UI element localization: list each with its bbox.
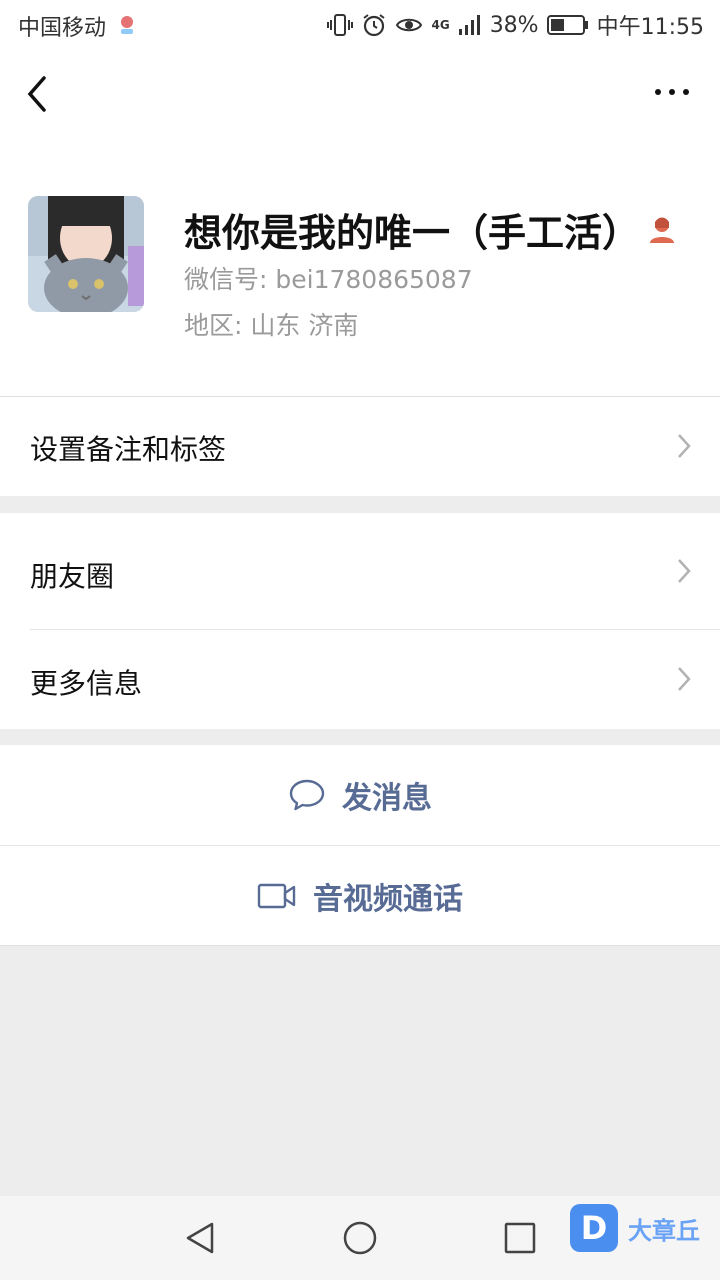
chevron-right-icon — [678, 667, 691, 691]
video-call-label: 音视频通话 — [313, 882, 463, 917]
status-icons: 4G 38% 中午11:55 — [327, 8, 704, 42]
nav-home-circle-icon[interactable] — [342, 1220, 378, 1256]
chat-bubble-icon — [289, 779, 325, 811]
moments-label: 朋友圈 — [30, 560, 115, 593]
chevron-right-icon — [678, 434, 691, 458]
alarm-icon — [363, 14, 386, 37]
watermark: D 大章丘 — [570, 1204, 700, 1252]
watermark-logo: D — [570, 1204, 618, 1252]
name-row: 想你是我的唯一（手工活） — [184, 202, 676, 257]
send-message-button[interactable]: 发消息 — [0, 745, 720, 845]
remark-tags-label: 设置备注和标签 — [30, 433, 227, 466]
vibrate-icon — [327, 14, 354, 36]
female-user-icon — [650, 217, 675, 243]
wechat-id: 微信号: bei1780865087 — [184, 265, 473, 294]
nav-bar — [0, 52, 720, 142]
nav-back-triangle-icon[interactable] — [182, 1220, 218, 1256]
avatar[interactable] — [28, 196, 144, 312]
carrier-label: 中国移动 — [18, 16, 107, 41]
watermark-text: 大章丘 — [628, 1216, 700, 1245]
eye-icon — [396, 18, 423, 32]
video-camera-icon — [257, 883, 296, 909]
more-info-label: 更多信息 — [30, 667, 143, 700]
separator — [0, 396, 720, 397]
video-call-button[interactable]: 音视频通话 — [0, 846, 720, 946]
chevron-right-icon — [678, 559, 691, 583]
divider — [0, 945, 720, 946]
back-chevron-icon[interactable] — [20, 72, 56, 116]
contact-name: 想你是我的唯一（手工活） — [184, 211, 641, 255]
nav-recents-square-icon[interactable] — [502, 1220, 538, 1256]
battery-icon — [546, 15, 588, 35]
remark-tags-row[interactable]: 设置备注和标签 — [0, 396, 720, 496]
send-message-label: 发消息 — [342, 781, 432, 816]
clock: 中午11:55 — [596, 15, 704, 40]
status-bar: 中国移动 4G 38% 中午11:55 — [0, 0, 720, 52]
signal-icon — [458, 15, 480, 35]
location-icon — [121, 16, 133, 34]
more-options-icon[interactable] — [652, 80, 692, 104]
network-type: 4G — [431, 18, 450, 32]
region: 地区: 山东 济南 — [184, 311, 359, 340]
battery-percent: 38% — [489, 12, 539, 38]
profile-header: 想你是我的唯一（手工活） 微信号: bei1780865087 地区: 山东 济… — [0, 142, 720, 396]
moments-row[interactable]: 朋友圈 — [0, 513, 720, 629]
more-info-row[interactable]: 更多信息 — [0, 630, 720, 729]
avatar-image — [28, 196, 144, 312]
info-group: 朋友圈 更多信息 — [0, 513, 720, 729]
